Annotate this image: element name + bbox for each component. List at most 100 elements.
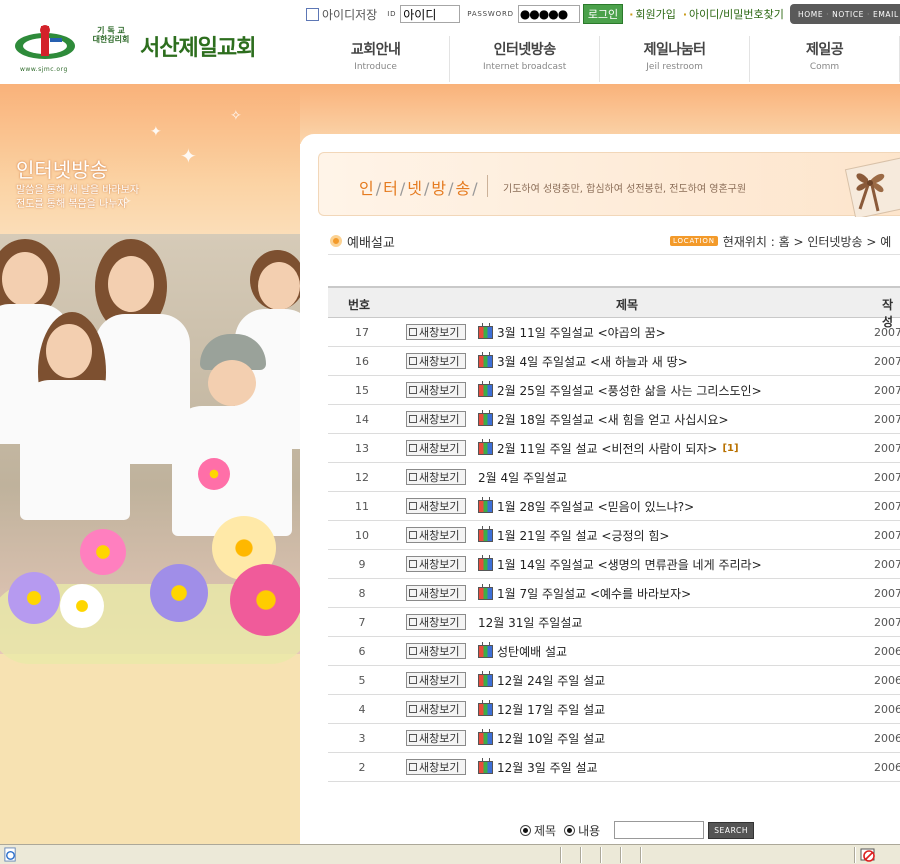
table-row[interactable]: 17 새창보기 3월 11일 주일설교 <야곱의 꿈> 2007- <box>328 318 900 347</box>
nav-label: 제일나눔터 <box>643 42 706 58</box>
table-row[interactable]: 12 새창보기 2월 4일 주일설교 2007- <box>328 463 900 492</box>
row-subject-link[interactable]: 12월 3일 주일 설교 <box>478 759 598 776</box>
banner-divider <box>487 175 488 197</box>
nav-label: 교회안내 <box>350 42 401 58</box>
row-subject: 1월 14일 주일설교 <생명의 면류관을 네게 주리라> <box>497 558 762 572</box>
row-number: 17 <box>355 326 369 339</box>
new-window-button[interactable]: 새창보기 <box>406 324 466 340</box>
table-row[interactable]: 4 새창보기 12월 17일 주일 설교 2006- <box>328 695 900 724</box>
search-button[interactable]: SEARCH <box>708 821 755 839</box>
row-number: 8 <box>358 587 366 600</box>
new-window-button[interactable]: 새창보기 <box>406 353 466 369</box>
new-window-button[interactable]: 새창보기 <box>406 440 466 456</box>
table-row[interactable]: 9 새창보기 1월 14일 주일설교 <생명의 면류관을 네게 주리라> 2007- <box>328 550 900 579</box>
search-option-subject-radio[interactable] <box>520 824 531 836</box>
search-input[interactable] <box>614 821 705 839</box>
table-row[interactable]: 8 새창보기 1월 7일 주일설교 <예수를 바라보자> 2007- <box>328 579 900 608</box>
tv-icon <box>478 384 493 397</box>
home-link[interactable]: HOME <box>798 10 823 19</box>
banner-char: 인 <box>359 179 375 198</box>
table-row[interactable]: 10 새창보기 1월 21일 주일 설교 <긍정의 힘> 2007- <box>328 521 900 550</box>
new-window-label: 새창보기 <box>419 500 460 513</box>
new-window-button[interactable]: 새창보기 <box>406 556 466 572</box>
row-subject-link[interactable]: 3월 4일 주일설교 <새 하늘과 새 땅> <box>478 353 688 370</box>
row-subject-link[interactable]: 12월 31일 주일설교 <box>478 614 582 631</box>
table-row[interactable]: 15 새창보기 2월 25일 주일설교 <풍성한 삶을 사는 그리스도인> 2007- <box>328 376 900 405</box>
row-date: 2006- <box>874 732 900 745</box>
row-subject-link[interactable]: 2월 4일 주일설교 <box>478 469 567 486</box>
new-window-button[interactable]: 새창보기 <box>406 759 466 775</box>
row-subject-link[interactable]: 3월 11일 주일설교 <야곱의 꿈> <box>478 324 666 341</box>
row-subject-link[interactable]: 1월 7일 주일설교 <예수를 바라보자> <box>478 585 691 602</box>
separator: · <box>867 9 871 19</box>
new-window-button[interactable]: 새창보기 <box>406 730 466 746</box>
new-window-icon <box>409 328 417 336</box>
row-subject-link[interactable]: 1월 28일 주일설교 <믿음이 있느냐?> <box>478 498 694 515</box>
section-slogan-2: 전도를 통해 복음을 나누자 <box>16 199 127 210</box>
table-row[interactable]: 14 새창보기 2월 18일 주일설교 <새 힘을 얻고 사십시요> 2007- <box>328 405 900 434</box>
row-subject-link[interactable]: 성탄예배 설교 <box>478 643 567 660</box>
new-window-button[interactable]: 새창보기 <box>406 527 466 543</box>
church-logo[interactable]: www.sjmc.org 기 독 교 대한감리회 서산제일교회 <box>12 22 274 73</box>
find-account-link[interactable]: 아이디/비밀번호찾기 <box>683 6 784 22</box>
row-subject-link[interactable]: 1월 21일 주일 설교 <긍정의 힘> <box>478 527 670 544</box>
new-window-icon <box>409 415 417 423</box>
login-button[interactable]: 로그인 <box>582 4 624 24</box>
row-date: 2007- <box>874 413 900 426</box>
nav-item-community[interactable]: 제일공 Comm <box>750 36 900 82</box>
email-link[interactable]: EMAIL <box>873 10 899 19</box>
new-window-icon <box>409 502 417 510</box>
row-subject: 2월 4일 주일설교 <box>478 471 568 485</box>
notice-link[interactable]: NOTICE <box>832 10 864 19</box>
row-subject-link[interactable]: 12월 10일 주일 설교 <box>478 730 605 747</box>
new-window-button[interactable]: 새창보기 <box>406 498 466 514</box>
slash: / <box>472 179 479 198</box>
nav-item-jeil-restroom[interactable]: 제일나눔터 Jeil restroom <box>600 36 751 82</box>
table-row[interactable]: 16 새창보기 3월 4일 주일설교 <새 하늘과 새 땅> 2007- <box>328 347 900 376</box>
row-subject-link[interactable]: 2월 18일 주일설교 <새 힘을 얻고 사십시요> <box>478 411 729 428</box>
table-row[interactable]: 6 새창보기 성탄예배 설교 2006- <box>328 637 900 666</box>
row-subject-link[interactable]: 12월 17일 주일 설교 <box>478 701 605 718</box>
tv-icon <box>478 732 493 745</box>
row-date: 2007- <box>874 355 900 368</box>
row-number: 7 <box>358 616 366 629</box>
status-divider <box>854 847 856 863</box>
new-window-button[interactable]: 새창보기 <box>406 643 466 659</box>
table-row[interactable]: 3 새창보기 12월 10일 주일 설교 2006- <box>328 724 900 753</box>
new-window-button[interactable]: 새창보기 <box>406 701 466 717</box>
table-row[interactable]: 11 새창보기 1월 28일 주일설교 <믿음이 있느냐?> 2007- <box>328 492 900 521</box>
new-window-button[interactable]: 새창보기 <box>406 614 466 630</box>
header: www.sjmc.org 기 독 교 대한감리회 서산제일교회 아이디저장 ID… <box>0 0 900 84</box>
new-window-label: 새창보기 <box>419 674 460 687</box>
nav-item-internet-broadcast[interactable]: 인터넷방송 Internet broadcast <box>450 36 601 82</box>
id-input[interactable] <box>400 5 461 23</box>
row-subject-link[interactable]: 1월 14일 주일설교 <생명의 면류관을 네게 주리라> <box>478 556 762 573</box>
row-subject-link[interactable]: 2월 25일 주일설교 <풍성한 삶을 사는 그리스도인> <box>478 382 762 399</box>
nav-item-introduce[interactable]: 교회안내 Introduce <box>302 36 451 82</box>
tv-icon <box>478 587 493 600</box>
password-input[interactable] <box>517 5 580 23</box>
table-row[interactable]: 7 새창보기 12월 31일 주일설교 2007- <box>328 608 900 637</box>
header-num: 번호 <box>348 298 371 312</box>
new-window-button[interactable]: 새창보기 <box>406 585 466 601</box>
row-date: 2007- <box>874 442 900 455</box>
page-title: 예배설교 <box>330 230 395 252</box>
row-subject: 12월 10일 주일 설교 <box>497 732 606 746</box>
new-window-label: 새창보기 <box>419 732 460 745</box>
popup-blocked-icon[interactable] <box>860 847 876 863</box>
table-row[interactable]: 2 새창보기 12월 3일 주일 설교 2006- <box>328 753 900 782</box>
join-link[interactable]: 회원가입 <box>629 6 675 22</box>
save-id-checkbox[interactable] <box>306 7 319 21</box>
table-row[interactable]: 13 새창보기 2월 11일 주일 설교 <비전의 사람이 되자> [1] 2007- <box>328 434 900 463</box>
new-window-icon <box>409 386 417 394</box>
new-window-button[interactable]: 새창보기 <box>406 469 466 485</box>
new-window-button[interactable]: 새창보기 <box>406 382 466 398</box>
sparkle-icon: ✦ <box>150 124 162 140</box>
table-row[interactable]: 5 새창보기 12월 24일 주일 설교 2006- <box>328 666 900 695</box>
search-option-content-radio[interactable] <box>564 824 576 836</box>
row-subject-link[interactable]: 2월 11일 주일 설교 <비전의 사람이 되자> [1] <box>478 440 739 457</box>
new-window-button[interactable]: 새창보기 <box>406 411 466 427</box>
banner-char: 터 <box>383 179 399 198</box>
row-subject-link[interactable]: 12월 24일 주일 설교 <box>478 672 605 689</box>
new-window-button[interactable]: 새창보기 <box>406 672 466 688</box>
